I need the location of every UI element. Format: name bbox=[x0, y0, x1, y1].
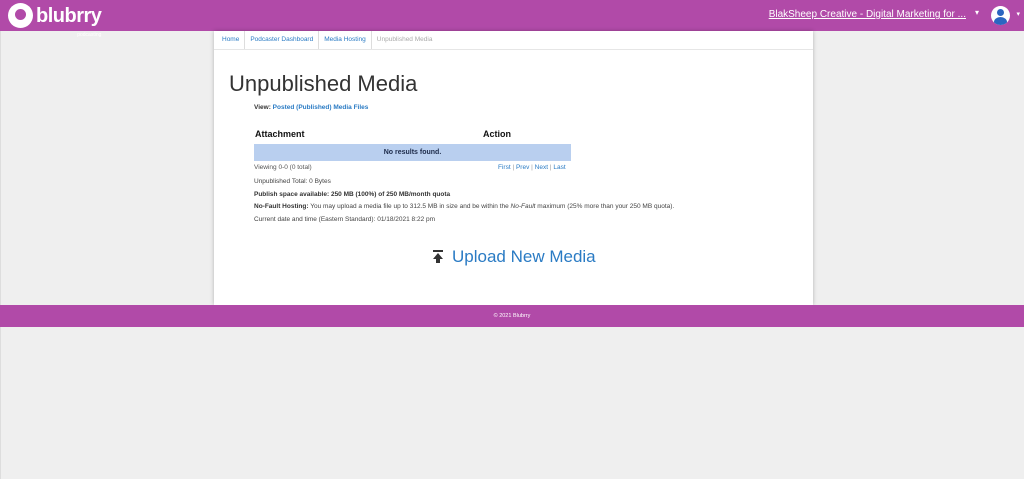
footer: © 2021 Blubrry bbox=[0, 305, 1024, 327]
logo-subtext: podcasting bbox=[77, 31, 102, 38]
breadcrumb-current: Unpublished Media bbox=[376, 36, 433, 43]
upload-label: Upload New Media bbox=[452, 247, 596, 266]
pager-first[interactable]: First bbox=[498, 164, 511, 171]
blubrry-logo[interactable]: blubrry podcasting bbox=[8, 3, 102, 38]
caret-down-icon[interactable]: ▾ bbox=[975, 8, 979, 17]
breadcrumb: Home Podcaster Dashboard Media Hosting U… bbox=[214, 31, 813, 50]
upload-icon bbox=[432, 250, 444, 264]
pager-sep: | bbox=[531, 164, 533, 171]
pagination: First | Prev | Next | Last bbox=[498, 164, 566, 171]
pager-last[interactable]: Last bbox=[553, 164, 565, 171]
no-results-row: No results found. bbox=[254, 144, 571, 161]
nofault-label: No-Fault Hosting: bbox=[254, 203, 309, 210]
breadcrumb-media-hosting[interactable]: Media Hosting bbox=[319, 31, 372, 49]
viewing-count: Viewing 0-0 (0 total) bbox=[254, 164, 312, 171]
logo-icon bbox=[8, 3, 33, 28]
nofault-hosting: No-Fault Hosting: You may upload a media… bbox=[254, 203, 674, 210]
current-date-time: Current date and time (Eastern Standard)… bbox=[254, 216, 436, 223]
account-menu-link[interactable]: BlakSheep Creative - Digital Marketing f… bbox=[769, 9, 966, 20]
nofault-text-2: maximum (25% more than your 250 MB quota… bbox=[537, 203, 675, 210]
top-bar: blubrry podcasting BlakSheep Creative - … bbox=[0, 0, 1024, 38]
nofault-text-1: You may upload a media file up to 312.5 … bbox=[310, 203, 509, 210]
publish-space: Publish space available: 250 MB (100%) o… bbox=[254, 191, 450, 198]
view-label: View: bbox=[254, 104, 271, 111]
avatar-caret-icon[interactable]: ▾ bbox=[1016, 10, 1020, 18]
left-border bbox=[0, 31, 1, 479]
pager-next[interactable]: Next bbox=[535, 164, 548, 171]
nofault-em: No-Fault bbox=[510, 203, 536, 210]
upload-new-media-button[interactable]: Upload New Media bbox=[432, 247, 596, 267]
breadcrumb-podcaster-dashboard[interactable]: Podcaster Dashboard bbox=[245, 31, 320, 49]
publish-space-text: Publish space available: 250 MB (100%) o… bbox=[254, 191, 451, 198]
page-title: Unpublished Media bbox=[229, 71, 418, 96]
view-line: View: Posted (Published) Media Files bbox=[254, 104, 368, 111]
column-action: Action bbox=[483, 129, 511, 139]
user-avatar-icon[interactable] bbox=[991, 6, 1010, 25]
pager-sep: | bbox=[549, 164, 552, 171]
copyright-text: © 2021 Blubrry bbox=[493, 313, 531, 319]
pager-prev[interactable]: Prev bbox=[516, 164, 529, 171]
pager-sep: | bbox=[512, 164, 515, 171]
breadcrumb-home[interactable]: Home bbox=[217, 31, 246, 49]
logo-text: blubrry bbox=[36, 4, 102, 27]
main-panel: Home Podcaster Dashboard Media Hosting U… bbox=[214, 31, 813, 305]
column-attachment: Attachment bbox=[255, 129, 305, 139]
posted-media-link[interactable]: Posted (Published) Media Files bbox=[273, 104, 369, 111]
unpublished-total: Unpublished Total: 0 Bytes bbox=[254, 178, 331, 185]
